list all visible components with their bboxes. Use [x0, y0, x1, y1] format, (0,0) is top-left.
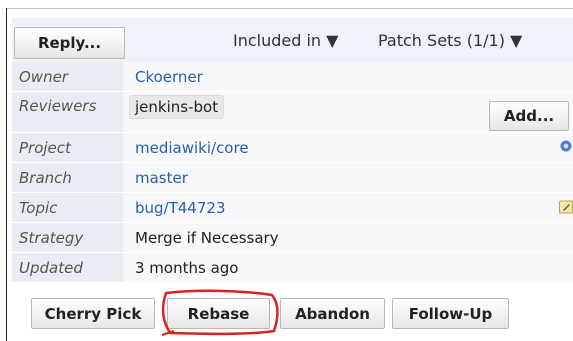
branch-link[interactable]: master: [123, 163, 573, 192]
updated-row: Updated 3 months ago: [12, 253, 573, 283]
strategy-value: Merge if Necessary: [123, 223, 573, 252]
strategy-row: Strategy Merge if Necessary: [12, 223, 573, 253]
project-row: Project mediawiki/core: [12, 133, 573, 163]
updated-label: Updated: [12, 253, 123, 282]
edit-icon[interactable]: [559, 200, 573, 214]
included-in-dropdown[interactable]: Included in ▼: [233, 31, 338, 50]
panel-left-border: [6, 8, 7, 341]
follow-up-button[interactable]: Follow-Up: [392, 298, 509, 329]
owner-row: Owner Ckoerner: [12, 62, 573, 92]
branch-row: Branch master: [12, 163, 573, 193]
gear-icon[interactable]: [559, 139, 573, 153]
panel-top-border: [6, 8, 573, 9]
add-reviewer-button[interactable]: Add...: [489, 101, 569, 131]
reply-button[interactable]: Reply...: [14, 27, 125, 59]
topic-value: bug/T44723: [123, 193, 573, 222]
reviewer-chip[interactable]: jenkins-bot: [129, 95, 225, 119]
project-name[interactable]: mediawiki/core: [135, 139, 249, 157]
topic-link[interactable]: bug/T44723: [135, 199, 225, 217]
cherry-pick-button[interactable]: Cherry Pick: [31, 298, 155, 329]
owner-label: Owner: [12, 62, 123, 91]
project-link[interactable]: mediawiki/core: [123, 133, 573, 162]
topic-row: Topic bug/T44723: [12, 193, 573, 223]
owner-link[interactable]: Ckoerner: [123, 62, 573, 91]
project-label: Project: [12, 133, 123, 162]
topic-label: Topic: [12, 193, 123, 222]
reviewers-label: Reviewers: [12, 92, 123, 132]
updated-value: 3 months ago: [123, 253, 573, 282]
change-info-table: Owner Ckoerner Reviewers jenkins-bot Pro…: [12, 62, 573, 283]
rebase-button[interactable]: Rebase: [167, 298, 270, 329]
branch-label: Branch: [12, 163, 123, 192]
patch-sets-dropdown[interactable]: Patch Sets (1/1) ▼: [378, 31, 522, 50]
strategy-label: Strategy: [12, 223, 123, 252]
abandon-button[interactable]: Abandon: [280, 298, 385, 329]
